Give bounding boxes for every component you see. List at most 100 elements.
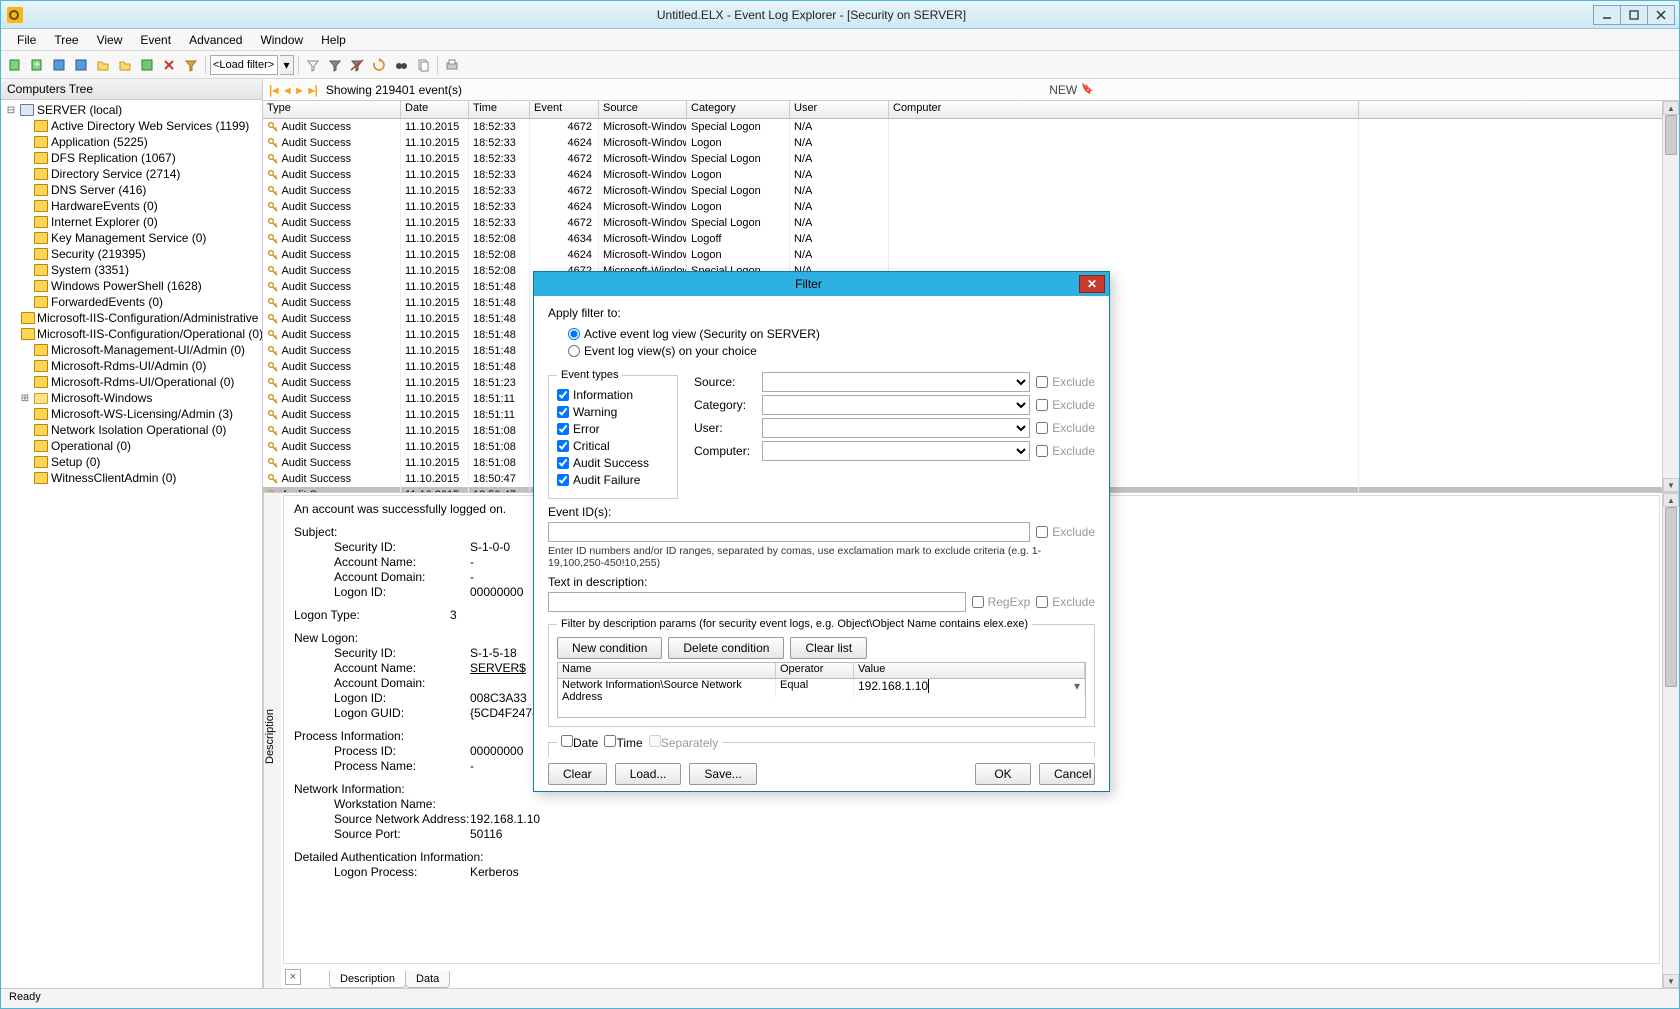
tree-log-item[interactable]: Windows PowerShell (1628) — [1, 278, 262, 294]
tb-open2-icon[interactable] — [115, 55, 135, 75]
text-desc-input[interactable] — [548, 592, 966, 612]
tb-filter1-icon[interactable] — [303, 55, 323, 75]
table-row[interactable]: Audit Success11.10.201518:52:334624Micro… — [263, 199, 1662, 215]
col-category[interactable]: Category — [687, 101, 790, 118]
nav-last-icon[interactable]: ▸| — [308, 83, 317, 97]
tb-del-icon[interactable] — [159, 55, 179, 75]
table-row[interactable]: Audit Success11.10.201518:52:334672Micro… — [263, 215, 1662, 231]
col-event[interactable]: Event — [530, 101, 599, 118]
etype-4[interactable]: Audit Success — [557, 456, 649, 470]
col-source[interactable]: Source — [599, 101, 687, 118]
radio-active-view[interactable]: Active event log view (Security on SERVE… — [568, 327, 820, 341]
user-combo[interactable] — [762, 418, 1030, 438]
table-row[interactable]: Audit Success11.10.201518:52:084624Micro… — [263, 247, 1662, 263]
scroll-up-icon[interactable]: ▲ — [1663, 101, 1679, 115]
table-row[interactable]: Audit Success11.10.201518:52:334672Micro… — [263, 151, 1662, 167]
tb-filter3-icon[interactable] — [347, 55, 367, 75]
tree-folder[interactable]: ⊞Microsoft-Windows — [1, 390, 262, 406]
grid-scrollbar[interactable]: ▲ ▼ — [1662, 101, 1679, 492]
user-exclude[interactable]: Exclude — [1036, 421, 1095, 435]
tb-filter2-icon[interactable] — [325, 55, 345, 75]
tree-server[interactable]: ⊟SERVER (local) — [1, 102, 262, 118]
tree-log-item[interactable]: WitnessClientAdmin (0) — [1, 470, 262, 486]
tb-print-icon[interactable] — [442, 55, 462, 75]
table-row[interactable]: Audit Success11.10.201518:52:334672Micro… — [263, 119, 1662, 135]
maximize-button[interactable] — [1620, 5, 1648, 25]
detail-scroll-down-icon[interactable]: ▼ — [1663, 974, 1679, 988]
col-user[interactable]: User — [790, 101, 889, 118]
tree-log-item[interactable]: Operational (0) — [1, 438, 262, 454]
col-computer[interactable]: Computer — [889, 101, 1359, 118]
etype-2[interactable]: Error — [557, 422, 600, 436]
detail-scroll-up-icon[interactable]: ▲ — [1663, 493, 1679, 507]
tree-log-item[interactable]: DNS Server (416) — [1, 182, 262, 198]
menu-event[interactable]: Event — [132, 31, 179, 49]
time-check[interactable]: Time — [604, 736, 642, 750]
radio-choice-view[interactable]: Event log view(s) on your choice — [568, 344, 757, 358]
tb-refresh-icon[interactable] — [369, 55, 389, 75]
tree-log-item[interactable]: Application (5225) — [1, 134, 262, 150]
tree-log-item[interactable]: Key Management Service (0) — [1, 230, 262, 246]
tree-log-item[interactable]: DFS Replication (1067) — [1, 150, 262, 166]
load-filter-combo[interactable]: <Load filter> — [210, 55, 278, 75]
tb-open-icon[interactable] — [93, 55, 113, 75]
clear-list-button[interactable]: Clear list — [790, 637, 867, 659]
menu-help[interactable]: Help — [313, 31, 354, 49]
scroll-down-icon[interactable]: ▼ — [1663, 478, 1679, 492]
detail-close-icon[interactable]: × — [285, 969, 301, 985]
tb-save-icon[interactable] — [49, 55, 69, 75]
minimize-button[interactable] — [1593, 5, 1621, 25]
tb-save2-icon[interactable] — [71, 55, 91, 75]
tree-log-item[interactable]: Security (219395) — [1, 246, 262, 262]
menu-window[interactable]: Window — [252, 31, 311, 49]
source-combo[interactable] — [762, 372, 1030, 392]
etype-0[interactable]: Information — [557, 388, 633, 402]
etype-5[interactable]: Audit Failure — [557, 473, 640, 487]
text-exclude[interactable]: Exclude — [1036, 595, 1095, 609]
clear-button[interactable]: Clear — [548, 763, 607, 785]
save-button[interactable]: Save... — [689, 763, 756, 785]
dialog-titlebar[interactable]: Filter ✕ — [534, 272, 1109, 296]
tree-log-item[interactable]: System (3351) — [1, 262, 262, 278]
tb-add-icon[interactable]: + — [27, 55, 47, 75]
col-date[interactable]: Date — [401, 101, 469, 118]
table-row[interactable]: Audit Success11.10.201518:52:334672Micro… — [263, 183, 1662, 199]
tree-log-item[interactable]: Microsoft-IIS-Configuration/Administrati… — [1, 310, 262, 326]
computers-tree[interactable]: ⊟SERVER (local)Active Directory Web Serv… — [1, 100, 262, 988]
tree-log-item[interactable]: Internet Explorer (0) — [1, 214, 262, 230]
menu-tree[interactable]: Tree — [46, 31, 86, 49]
date-check[interactable]: Date — [561, 736, 598, 750]
tree-log-item[interactable]: Microsoft-Management-UI/Admin (0) — [1, 342, 262, 358]
tb-new-icon[interactable] — [5, 55, 25, 75]
menu-advanced[interactable]: Advanced — [181, 31, 250, 49]
ok-button[interactable]: OK — [975, 763, 1031, 785]
description-sidetab[interactable]: Description — [263, 493, 281, 988]
tab-description[interactable]: Description — [329, 971, 406, 988]
category-combo[interactable] — [762, 395, 1030, 415]
nav-prev-icon[interactable]: ◂ — [284, 83, 290, 97]
tb-funnel-icon[interactable] — [181, 55, 201, 75]
tree-log-item[interactable]: ForwardedEvents (0) — [1, 294, 262, 310]
tree-log-item[interactable]: Directory Service (2714) — [1, 166, 262, 182]
eventids-exclude[interactable]: Exclude — [1036, 525, 1095, 539]
tb-copy-icon[interactable] — [413, 55, 433, 75]
tab-data[interactable]: Data — [405, 971, 450, 988]
scroll-thumb[interactable] — [1665, 115, 1677, 155]
nav-first-icon[interactable]: |◂ — [269, 83, 278, 97]
tree-log-item[interactable]: Active Directory Web Services (1199) — [1, 118, 262, 134]
event-ids-input[interactable] — [548, 522, 1030, 542]
tree-log-item[interactable]: Microsoft-Rdms-UI/Admin (0) — [1, 358, 262, 374]
condition-row[interactable]: Network Information\Source Network Addre… — [558, 679, 1085, 697]
etype-3[interactable]: Critical — [557, 439, 610, 453]
new-condition-button[interactable]: New condition — [557, 637, 662, 659]
cancel-button[interactable]: Cancel — [1039, 763, 1095, 785]
table-row[interactable]: Audit Success11.10.201518:52:334624Micro… — [263, 167, 1662, 183]
menu-view[interactable]: View — [89, 31, 131, 49]
table-row[interactable]: Audit Success11.10.201518:52:084634Micro… — [263, 231, 1662, 247]
conditions-table[interactable]: Name Operator Value Network Information\… — [557, 662, 1086, 718]
col-type[interactable]: Type — [263, 101, 401, 118]
separately-check[interactable]: Separately — [649, 736, 718, 750]
nav-next-icon[interactable]: ▸ — [296, 83, 302, 97]
dialog-close-button[interactable]: ✕ — [1079, 275, 1105, 293]
computer-combo[interactable] — [762, 441, 1030, 461]
